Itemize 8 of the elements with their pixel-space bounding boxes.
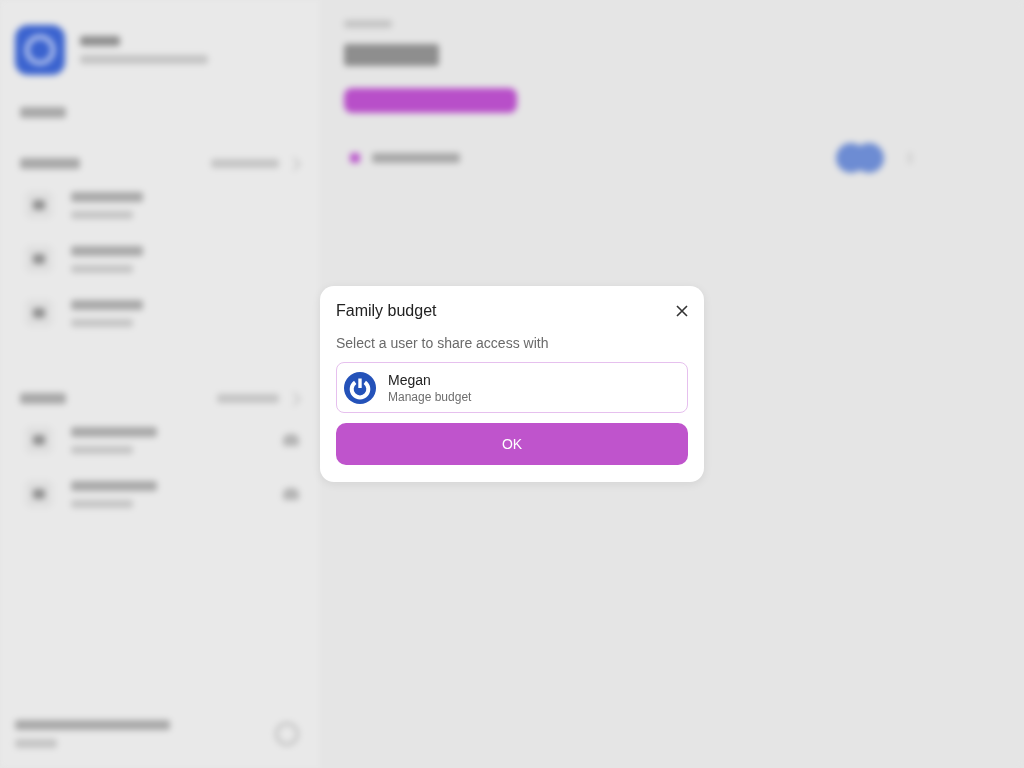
close-icon[interactable] [676,305,688,317]
power-avatar-icon [344,371,376,404]
dialog-prompt: Select a user to share access with [336,335,550,352]
user-role: Manage budget [388,389,472,404]
dialog-title: Family budget [336,302,437,320]
user-name: Megan [388,371,432,388]
user-option[interactable]: Megan Manage budget [336,362,688,413]
ok-button[interactable]: OK [336,423,688,465]
